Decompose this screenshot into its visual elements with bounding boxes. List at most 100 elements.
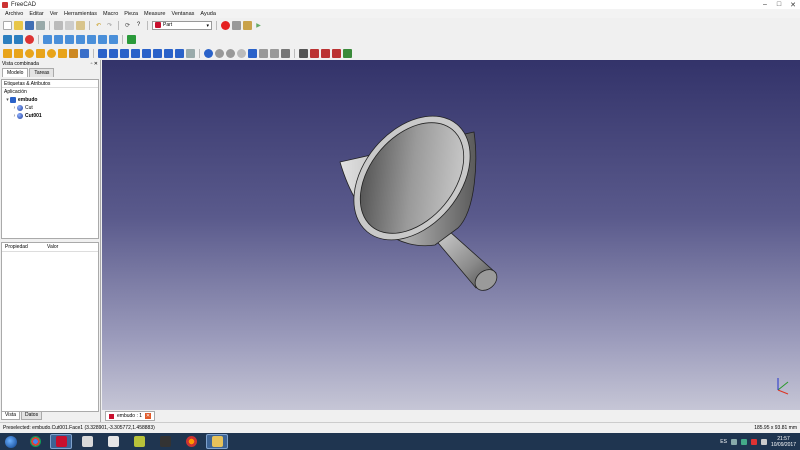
menu-archivo[interactable]: Archivo <box>2 11 26 17</box>
rear-view-icon[interactable] <box>87 34 96 44</box>
tree-item-cut[interactable]: › Cut <box>2 104 98 112</box>
refresh-icon[interactable]: ⟳ <box>123 21 132 30</box>
taskbar-cube-app[interactable] <box>102 434 124 449</box>
revolve-icon[interactable] <box>109 48 118 58</box>
menu-editar[interactable]: Editar <box>26 11 46 17</box>
run-macro-icon[interactable]: ▶ <box>254 21 263 30</box>
taskbar-document[interactable] <box>76 434 98 449</box>
tab-embudo[interactable]: embudo : 1 ✕ <box>105 411 156 421</box>
new-document-icon[interactable] <box>3 20 12 30</box>
tab-modelo[interactable]: Modelo <box>2 68 29 77</box>
paste-icon[interactable] <box>76 20 85 30</box>
ruled-surface-icon[interactable] <box>164 48 173 58</box>
sphere-icon[interactable] <box>25 48 34 58</box>
compound-icon[interactable] <box>270 48 279 58</box>
flag-icon[interactable] <box>750 438 757 445</box>
open-folder-icon[interactable] <box>14 20 23 30</box>
fit-selection-icon[interactable] <box>14 34 23 44</box>
loft-icon[interactable] <box>175 48 184 58</box>
shape-builder-icon[interactable] <box>80 48 89 58</box>
toggle-measure-icon[interactable] <box>343 48 352 58</box>
measure-refresh-icon[interactable] <box>321 48 330 58</box>
measure-distance-icon[interactable] <box>127 34 136 44</box>
extrude-icon[interactable] <box>98 48 107 58</box>
separator <box>49 20 50 30</box>
tray-arrow-icon[interactable] <box>730 438 737 445</box>
workbench-selector[interactable]: Part ▾ <box>152 20 212 30</box>
top-view-icon[interactable] <box>65 34 74 44</box>
sweep-icon[interactable] <box>186 48 195 58</box>
minimize-icon[interactable]: – <box>758 0 772 9</box>
print-icon[interactable] <box>36 20 45 30</box>
tab-tareas[interactable]: Tareas <box>29 68 55 77</box>
clear-measure-icon[interactable] <box>332 48 341 58</box>
front-view-icon[interactable] <box>54 34 63 44</box>
tree-item-cut001[interactable]: › Cut001 <box>2 112 98 120</box>
tree-item-label: Cut001 <box>25 113 42 119</box>
tube-icon[interactable] <box>58 48 67 58</box>
edit-macro-icon[interactable] <box>243 20 252 30</box>
menu-ventanas[interactable]: Ventanas <box>168 11 197 17</box>
cut-shape-icon <box>17 113 23 119</box>
cut-boolean-icon[interactable] <box>215 48 224 58</box>
right-view-icon[interactable] <box>76 34 85 44</box>
mirror-icon[interactable] <box>120 48 129 58</box>
funnel-model[interactable] <box>102 60 800 410</box>
check-geometry-icon[interactable] <box>281 48 290 58</box>
clock[interactable]: 21:57 10/09/2017 <box>771 436 796 448</box>
measure-angular-icon[interactable] <box>310 48 319 58</box>
isometric-view-icon[interactable] <box>43 34 52 44</box>
stop-macro-icon[interactable] <box>232 20 241 30</box>
cube-icon[interactable] <box>3 48 12 58</box>
tree-item-application[interactable]: Aplicación <box>2 88 98 96</box>
panel-float-close-icon[interactable]: ▫ ✕ <box>91 61 100 67</box>
copy-icon[interactable] <box>65 20 74 30</box>
chamfer-icon[interactable] <box>142 48 151 58</box>
close-icon[interactable]: ✕ <box>786 0 800 9</box>
cone-icon[interactable] <box>36 48 45 58</box>
menu-ver[interactable]: Ver <box>47 11 61 17</box>
left-view-icon[interactable] <box>109 34 118 44</box>
maximize-icon[interactable]: □ <box>772 0 786 9</box>
torus-icon[interactable] <box>47 48 56 58</box>
cut-icon[interactable] <box>54 20 63 30</box>
menu-measure[interactable]: Measure <box>141 11 168 17</box>
cross-sections-icon[interactable] <box>259 48 268 58</box>
close-tab-icon[interactable]: ✕ <box>145 413 152 419</box>
boolean-icon[interactable] <box>204 48 213 58</box>
fillet-icon[interactable] <box>131 48 140 58</box>
redo-icon[interactable]: ↷ <box>105 21 114 30</box>
whats-this-icon[interactable]: ? <box>134 21 143 30</box>
taskbar-game[interactable] <box>128 434 150 449</box>
menu-ayuda[interactable]: Ayuda <box>197 11 219 17</box>
start-button[interactable] <box>0 433 22 450</box>
bottom-view-icon[interactable] <box>98 34 107 44</box>
menu-herramientas[interactable]: Herramientas <box>61 11 100 17</box>
save-icon[interactable] <box>25 20 34 30</box>
undo-icon[interactable]: ↶ <box>94 21 103 30</box>
fit-all-icon[interactable] <box>3 34 12 44</box>
network-icon[interactable] <box>740 438 747 445</box>
record-macro-icon[interactable] <box>221 20 230 30</box>
draw-style-icon[interactable] <box>25 34 34 44</box>
face-icon[interactable] <box>153 48 162 58</box>
primitives-icon[interactable] <box>69 48 78 58</box>
common-icon[interactable] <box>237 48 246 58</box>
taskbar-freecad[interactable] <box>50 434 72 449</box>
tree-item-embudo[interactable]: ▾ embudo <box>2 96 98 104</box>
tab-vista[interactable]: Vista <box>1 412 21 420</box>
language-indicator[interactable]: ES <box>720 439 727 445</box>
menu-macro[interactable]: Macro <box>100 11 121 17</box>
cylinder-icon[interactable] <box>14 48 23 58</box>
menu-pieza[interactable]: Pieza <box>121 11 141 17</box>
taskbar-chrome[interactable] <box>24 434 46 449</box>
volume-icon[interactable] <box>760 438 767 445</box>
fuse-icon[interactable] <box>226 48 235 58</box>
section-icon[interactable] <box>248 48 257 58</box>
taskbar-inkscape[interactable] <box>154 434 176 449</box>
3d-viewport[interactable] <box>102 60 800 410</box>
taskbar-firefox[interactable] <box>180 434 202 449</box>
taskbar-explorer[interactable] <box>206 434 228 449</box>
tab-datos[interactable]: Datos <box>21 412 43 420</box>
measure-linear-icon[interactable] <box>299 48 308 58</box>
